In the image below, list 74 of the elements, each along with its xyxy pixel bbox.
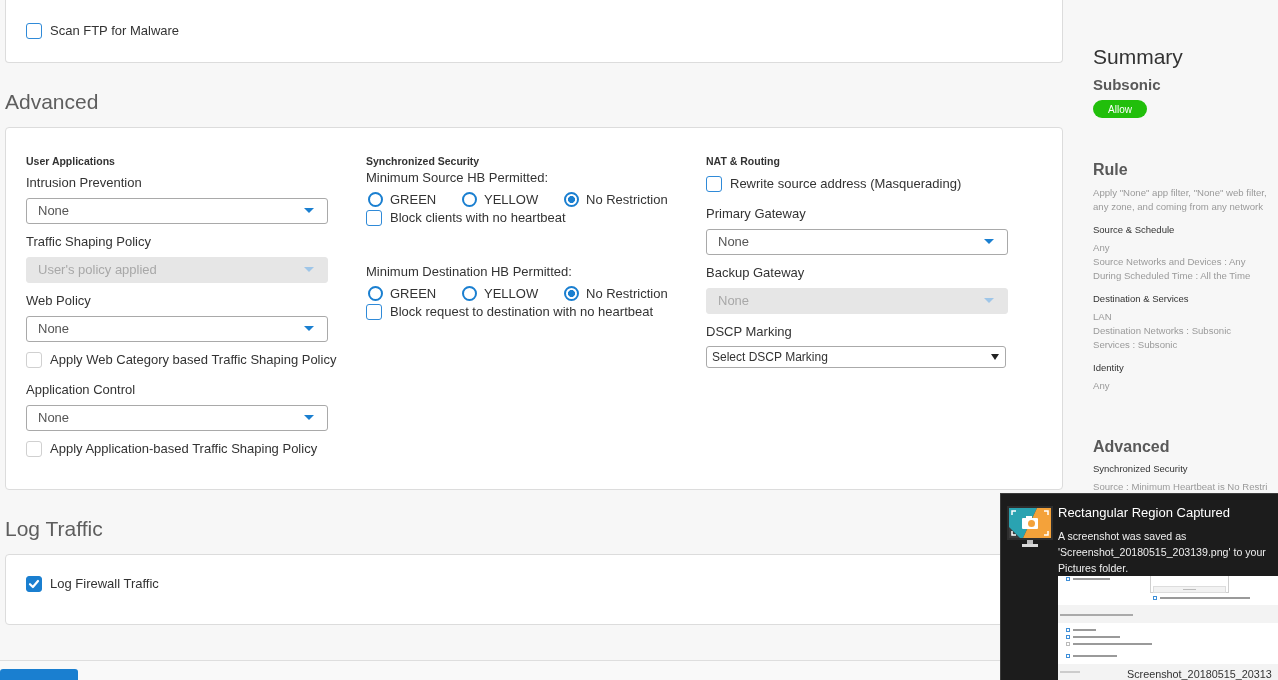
radio-label: No Restriction (586, 284, 668, 303)
monitor-camera-icon (1007, 506, 1053, 548)
radio-button[interactable] (564, 192, 579, 208)
checkbox[interactable] (366, 209, 382, 226)
group-heading: User Applications (26, 153, 115, 168)
notification-message: A screenshot was saved as 'Screenshot_20180515_203139.png' to your Pictures folder. (1058, 529, 1266, 576)
summary-line: Any (1093, 241, 1110, 255)
summary-heading: Rule (1093, 160, 1128, 180)
summary-line: Source : Minimum Heartbeat is No Restri (1093, 480, 1268, 494)
summary-line: Any (1093, 379, 1110, 393)
radio-button[interactable] (462, 286, 477, 302)
summary-subheading: Synchronized Security (1093, 462, 1188, 476)
radio-button[interactable] (564, 286, 579, 302)
group-heading: Synchronized Security (366, 153, 480, 168)
checkbox-label: Block clients with no heartbeat (390, 208, 566, 227)
summary-subheading: Source & Schedule (1093, 223, 1175, 237)
summary-title: Summary (1093, 44, 1183, 70)
screenshot-thumbnail-drawing[interactable] (1058, 576, 1278, 680)
radio-label: No Restriction (586, 190, 668, 209)
checkbox-label: Rewrite source address (Masquerading) (730, 174, 962, 193)
checkbox-label: Apply Web Category based Traffic Shaping Policy (50, 350, 337, 369)
caret-icon (304, 267, 314, 273)
rule-name: Subsonic (1093, 76, 1161, 94)
field-label: Web Policy (26, 291, 91, 310)
caret-icon (304, 415, 314, 421)
summary-line: LAN (1093, 310, 1112, 324)
action-badge: Allow (1093, 100, 1147, 118)
summary-subheading: Destination & Services (1093, 292, 1189, 306)
field-label: Backup Gateway (706, 263, 805, 282)
file-name-caption: Screenshot_20180515_20313 (1127, 668, 1272, 680)
dropdown[interactable]: None (26, 197, 328, 224)
field-label: DSCP Marking (706, 322, 792, 341)
summary-heading: Advanced (1093, 437, 1170, 457)
field-label: Application Control (26, 380, 136, 399)
checkmark-icon (29, 580, 39, 589)
dropdown[interactable]: Select DSCP Marking (706, 345, 1006, 368)
radio-label: YELLOW (484, 284, 539, 303)
section-title: Log Traffic (5, 517, 103, 542)
field-label: Minimum Source HB Permitted: (366, 168, 549, 187)
field-label: Minimum Destination HB Permitted: (366, 262, 572, 281)
notification-title: Rectangular Region Captured (1058, 505, 1230, 521)
summary-subheading: Identity (1093, 361, 1124, 375)
checkbox-label: Scan FTP for Malware (50, 22, 180, 40)
field-label: Intrusion Prevention (26, 173, 142, 192)
dropdown[interactable]: None (26, 404, 328, 431)
radio-label: GREEN (390, 190, 437, 209)
radio-label: GREEN (390, 284, 437, 303)
checkbox[interactable] (366, 303, 382, 320)
section-title: Advanced (5, 89, 99, 114)
checkbox[interactable] (706, 175, 722, 192)
group-heading: NAT & Routing (706, 153, 780, 168)
summary-line: Source Networks and Devices : Any (1093, 255, 1246, 269)
caret-icon (304, 208, 314, 214)
dropdown[interactable]: None (26, 315, 328, 342)
dropdown[interactable]: None (706, 228, 1008, 255)
caret-icon (984, 239, 994, 245)
caret-icon (304, 326, 314, 332)
caret-icon (991, 353, 999, 360)
summary-line: Services : Subsonic (1093, 338, 1178, 352)
radio-button[interactable] (368, 286, 383, 302)
rule-description: Apply "None" app filter, "None" web filter, any zone, and coming from any network (1093, 186, 1267, 214)
radio-label: YELLOW (484, 190, 539, 209)
summary-line: Destination Networks : Subsonic (1093, 324, 1232, 338)
field-label: Traffic Shaping Policy (26, 232, 151, 251)
checkbox[interactable] (26, 576, 42, 593)
radio-button[interactable] (462, 192, 477, 208)
checkbox-label: Apply Application-based Traffic Shaping Policy (50, 439, 318, 458)
field-label: Primary Gateway (706, 204, 806, 223)
radio-button[interactable] (368, 192, 383, 208)
summary-line: During Scheduled Time : All the Time (1093, 269, 1251, 283)
checkbox[interactable] (26, 23, 42, 39)
checkbox-label: Block request to destination with no heartbeat (390, 302, 654, 321)
checkbox-label: Log Firewall Traffic (50, 575, 159, 594)
caret-icon (984, 298, 994, 304)
